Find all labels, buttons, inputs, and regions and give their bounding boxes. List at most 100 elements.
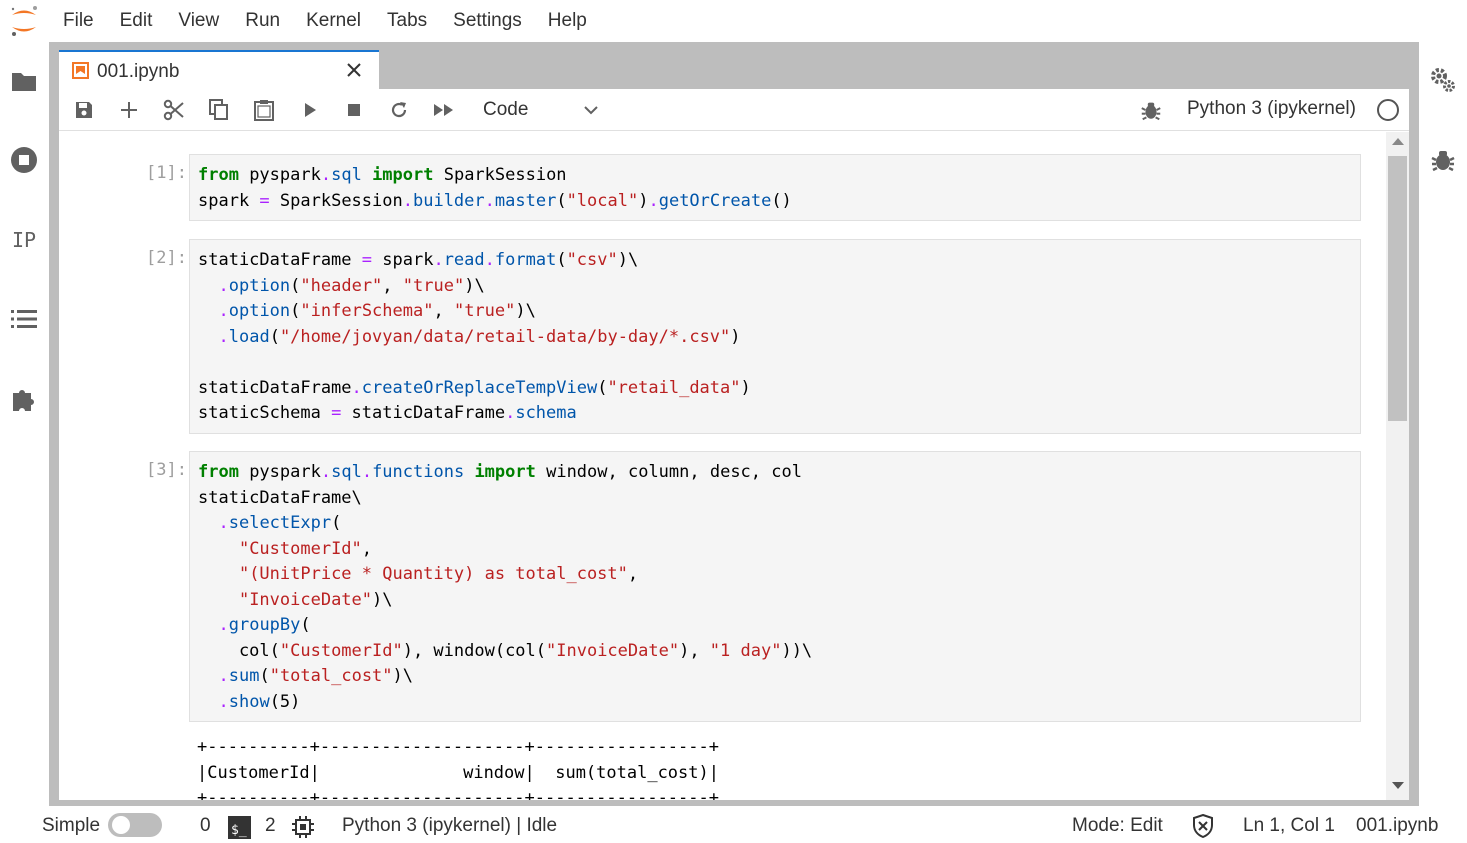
code-token: (: [300, 615, 311, 635]
code-editor[interactable]: staticDataFrame = spark.read.format("csv…: [189, 239, 1361, 434]
code-editor[interactable]: from pyspark.sql import SparkSession spar…: [189, 154, 1361, 221]
code-token: .: [505, 403, 516, 423]
menu-kernel[interactable]: Kernel: [293, 0, 374, 42]
output-line: |CustomerId| window| sum(total_cost)|: [197, 762, 719, 783]
code-token: "/home/jovyan/data/retail-data/by-day/*.…: [279, 326, 731, 347]
code-token: read: [443, 250, 485, 270]
run-icon[interactable]: [296, 97, 324, 123]
menu-file[interactable]: File: [50, 0, 107, 42]
running-icon[interactable]: [8, 144, 40, 176]
copy-icon[interactable]: [205, 97, 233, 123]
code-token: .: [218, 301, 229, 321]
code-token: option: [228, 275, 291, 296]
code-token: spark: [198, 190, 260, 211]
save-icon[interactable]: [70, 97, 98, 123]
code-token: builder: [412, 190, 485, 211]
cell-prompt: [1]:: [146, 163, 187, 183]
code-token: import: [372, 165, 434, 185]
svg-text:$_: $_: [231, 823, 247, 838]
restart-icon[interactable]: [385, 97, 413, 123]
code-token: ,: [382, 275, 403, 296]
terminal-icon[interactable]: $_: [228, 816, 251, 843]
kernels-count[interactable]: 2: [265, 815, 276, 837]
status-bar: Simple 0 $_ 2 Python 3 (ipykernel) | Idl…: [0, 810, 1467, 843]
code-token: sum: [228, 666, 260, 686]
code-token: (): [771, 190, 792, 211]
debugger-toggle-icon[interactable]: [1139, 98, 1163, 127]
code-editor[interactable]: from pyspark.sql.functions import window…: [189, 451, 1361, 722]
code-token: master: [494, 190, 557, 211]
run-all-icon[interactable]: [430, 97, 458, 123]
code-token: .: [484, 190, 495, 211]
close-icon[interactable]: [343, 59, 365, 81]
code-token: )\: [617, 250, 639, 270]
code-token: .: [218, 275, 229, 296]
code-line: spark = SparkSession.builder.master("loc…: [198, 189, 1360, 215]
kernel-status-text[interactable]: Python 3 (ipykernel) | Idle: [342, 815, 557, 837]
paste-icon[interactable]: [250, 97, 278, 123]
code-token: ,: [361, 538, 373, 559]
code-token: "total_cost": [269, 666, 393, 686]
code-token: staticDataFrame: [198, 250, 362, 270]
menu-tabs[interactable]: Tabs: [374, 0, 440, 42]
code-token: .: [433, 250, 444, 270]
scroll-up-icon[interactable]: [1392, 138, 1404, 145]
code-line: .groupBy(: [198, 613, 1360, 639]
code-token: window, column, desc, col: [535, 462, 802, 482]
extension-icon[interactable]: [8, 383, 40, 415]
cursor-position[interactable]: Ln 1, Col 1: [1243, 815, 1335, 837]
code-token: ): [638, 190, 649, 211]
menu-settings[interactable]: Settings: [440, 0, 535, 42]
stop-icon[interactable]: [340, 97, 368, 123]
cell-type-dropdown[interactable]: Code: [473, 93, 603, 127]
chevron-down-icon: [583, 102, 599, 124]
code-token: ): [740, 377, 751, 398]
folder-icon[interactable]: [8, 65, 40, 97]
code-token: from: [198, 165, 239, 185]
code-token: .: [402, 190, 413, 211]
code-token: pyspark: [238, 165, 321, 185]
property-inspector-icon[interactable]: IP: [8, 224, 40, 256]
cut-icon[interactable]: [160, 97, 188, 123]
code-token: (: [556, 190, 567, 211]
code-line: .show(5): [198, 690, 1360, 716]
scroll-thumb[interactable]: [1388, 156, 1407, 421]
trusted-icon[interactable]: [1192, 813, 1214, 843]
code-line: from pyspark.sql import SparkSession: [198, 163, 1360, 189]
toc-icon[interactable]: [8, 303, 40, 335]
property-settings-icon[interactable]: [1427, 64, 1459, 96]
code-token: (: [290, 275, 301, 296]
menu-view[interactable]: View: [165, 0, 232, 42]
code-token: "(UnitPrice * Quantity) as total_cost": [238, 564, 628, 584]
code-token: )\: [392, 666, 414, 686]
code-token: schema: [515, 403, 577, 423]
code-token: (: [331, 513, 342, 533]
tab-title: 001.ipynb: [97, 61, 180, 82]
scroll-down-icon[interactable]: [1392, 782, 1404, 789]
menu-edit[interactable]: Edit: [107, 0, 166, 42]
jupyter-logo[interactable]: [8, 4, 40, 38]
scrollbar[interactable]: [1386, 132, 1409, 800]
code-token: staticDataFrame: [198, 377, 352, 398]
terminals-count[interactable]: 0: [200, 815, 211, 837]
kernel-name[interactable]: Python 3 (ipykernel): [1187, 98, 1356, 120]
code-token: getOrCreate: [658, 190, 772, 211]
add-icon[interactable]: [115, 97, 143, 123]
kernel-status-icon: [1377, 99, 1399, 121]
status-file-name: 001.ipynb: [1356, 815, 1439, 836]
code-token: show: [228, 691, 270, 712]
code-token: "CustomerId": [279, 640, 403, 661]
debugger-icon[interactable]: [1427, 144, 1459, 176]
menu-run[interactable]: Run: [232, 0, 293, 42]
code-line: staticDataFrame = spark.read.format("csv…: [198, 248, 1360, 274]
menu-help[interactable]: Help: [535, 0, 600, 42]
simple-mode-toggle[interactable]: [108, 813, 162, 837]
kernel-chip-icon[interactable]: [292, 816, 314, 843]
code-token: .: [218, 513, 229, 533]
code-token: .: [218, 326, 229, 347]
tab-notebook[interactable]: 001.ipynb: [59, 50, 379, 89]
code-token: pyspark: [238, 462, 321, 482]
